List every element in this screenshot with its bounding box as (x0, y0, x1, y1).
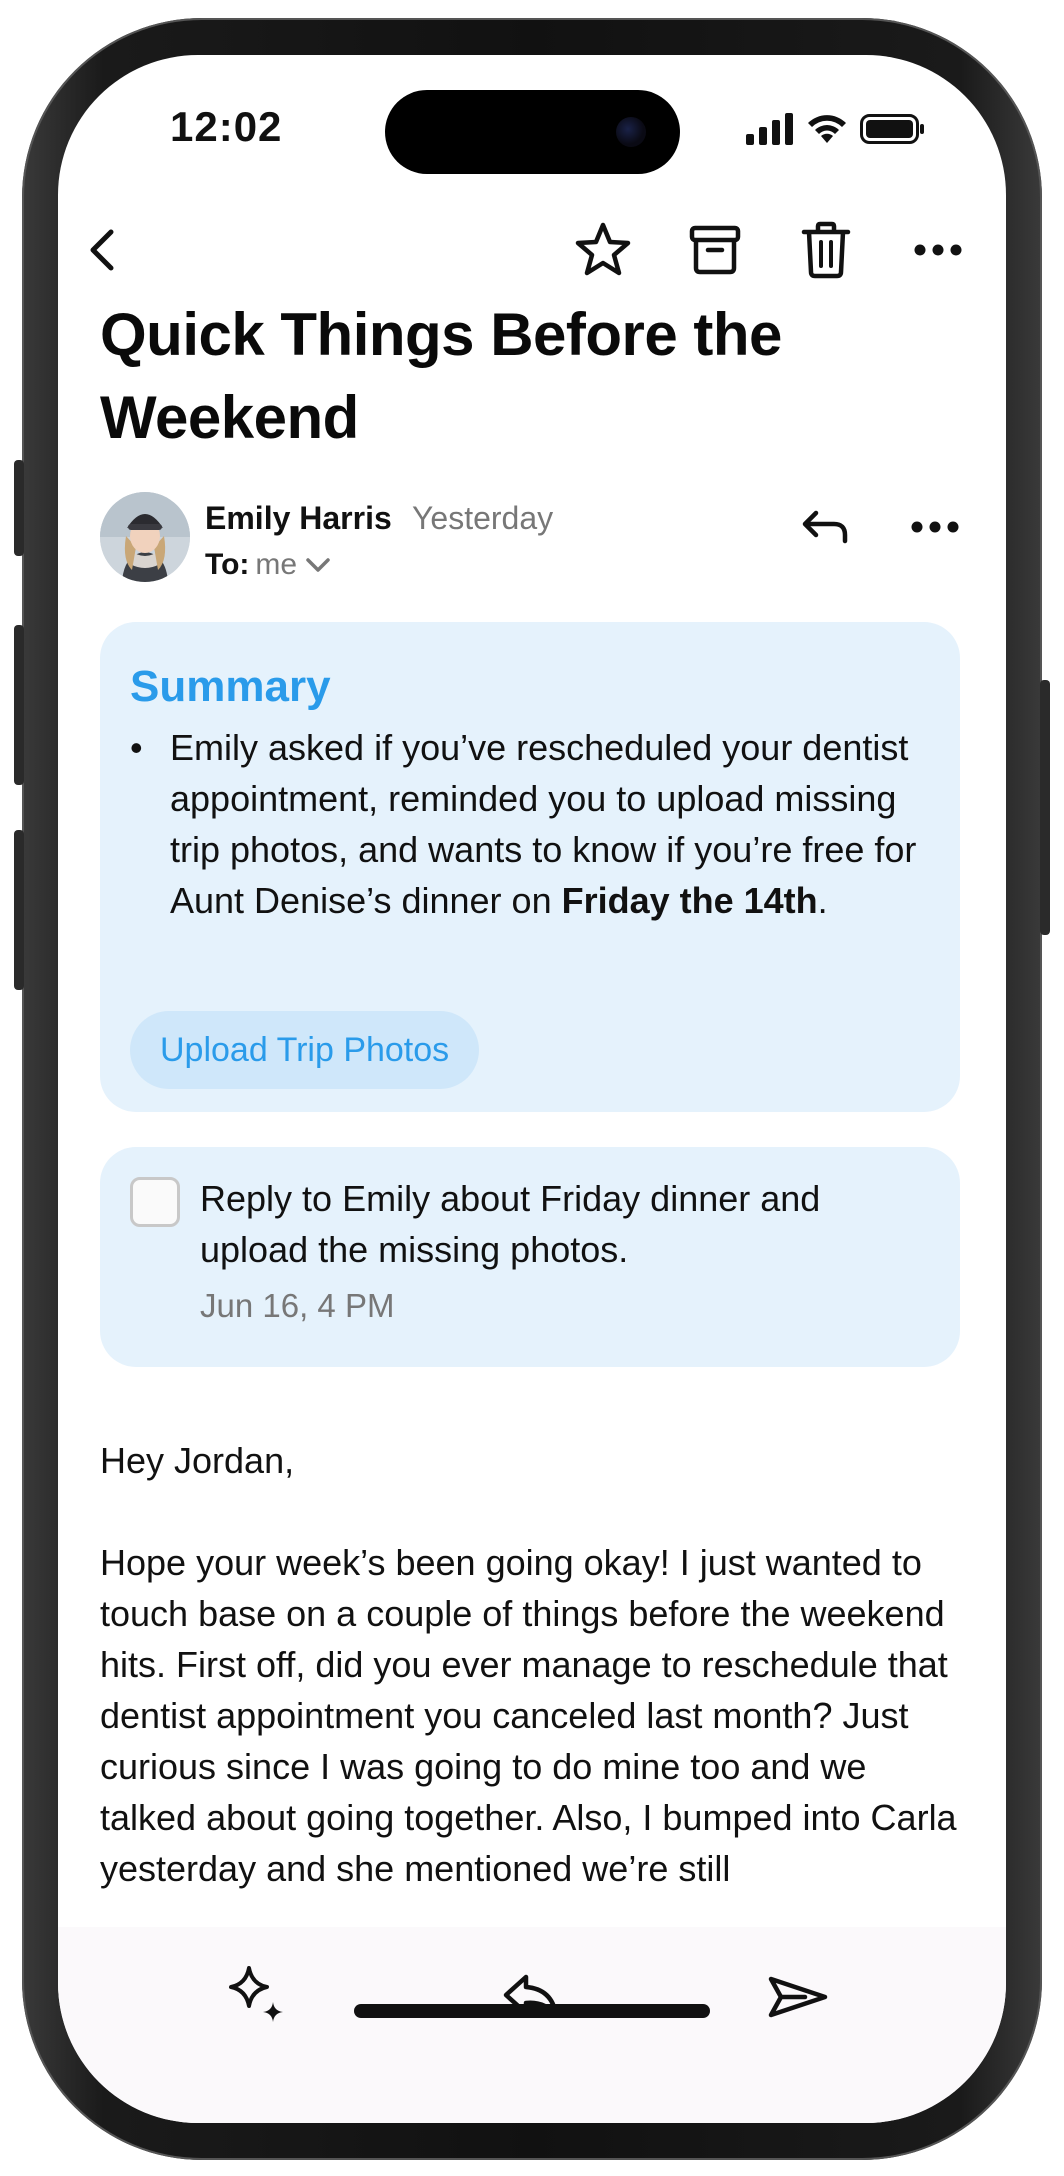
top-toolbar (58, 215, 1006, 295)
to-label: To: (205, 548, 250, 581)
reply-icon (802, 510, 848, 544)
sent-date: Yesterday (412, 500, 554, 536)
battery-icon (860, 114, 924, 144)
task-card: Reply to Emily about Friday dinner and u… (100, 1147, 960, 1367)
bullet-icon: • (130, 727, 143, 768)
star-icon (575, 222, 631, 276)
recipients-line[interactable]: To: me (205, 548, 333, 582)
volume-down-button (14, 830, 24, 990)
screen: 12:02 Quick Things Before the Weekend Em… (58, 55, 1006, 2123)
more-button[interactable] (903, 215, 973, 285)
to-value: me (255, 548, 298, 581)
archive-icon (689, 225, 741, 275)
ellipsis-icon (914, 244, 962, 256)
archive-button[interactable] (680, 215, 750, 285)
summary-title: Summary (130, 662, 331, 711)
ai-assist-button[interactable] (218, 1957, 298, 2037)
sender-name: Emily Harris (205, 500, 392, 536)
action-button (14, 460, 24, 556)
upload-trip-photos-button[interactable]: Upload Trip Photos (130, 1011, 480, 1089)
star-button[interactable] (568, 215, 638, 285)
forward-button[interactable] (758, 1957, 838, 2037)
chevron-left-icon (90, 229, 114, 271)
avatar-image (100, 492, 190, 582)
task-checkbox[interactable] (130, 1177, 180, 1227)
task-text: Reply to Emily about Friday dinner and u… (200, 1178, 821, 1270)
body-paragraph: Hope your week’s been going okay! I just… (100, 1542, 957, 1889)
summary-card: Summary • Emily asked if you’ve reschedu… (100, 622, 960, 1112)
sender-row: Emily Harris Yesterday To: me (100, 492, 970, 587)
sender-actions (790, 492, 970, 562)
status-time: 12:02 (170, 103, 283, 150)
delete-button[interactable] (791, 215, 861, 285)
sender-avatar[interactable] (100, 492, 190, 582)
stage: 12:02 Quick Things Before the Weekend Em… (0, 0, 1064, 2176)
home-indicator[interactable] (354, 2004, 710, 2018)
ellipsis-icon (911, 521, 959, 533)
email-body: Hey Jordan, Hope your week’s been going … (100, 1435, 970, 1945)
wifi-icon (808, 115, 846, 143)
volume-up-button (14, 625, 24, 785)
email-subject: Quick Things Before the Weekend (100, 301, 782, 451)
side-button (1040, 680, 1050, 935)
summary-text-bold: Friday the 14th (561, 880, 818, 921)
back-button[interactable] (68, 215, 138, 285)
reply-toolbar-button[interactable] (491, 1957, 571, 2037)
sparkles-icon (229, 1966, 283, 2022)
camera-lens (616, 117, 646, 147)
reply-button[interactable] (790, 492, 860, 562)
bottom-toolbar (58, 1927, 1006, 2123)
body-greeting: Hey Jordan, (100, 1440, 295, 1481)
summary-text-after: . (817, 880, 828, 921)
chevron-down-icon (306, 558, 330, 572)
cellular-signal-icon (746, 113, 793, 145)
trash-icon (801, 221, 851, 279)
dynamic-island (385, 90, 680, 174)
status-icons (746, 113, 926, 145)
summary-sentence: Emily asked if you’ve rescheduled your d… (170, 722, 930, 926)
message-more-button[interactable] (900, 492, 970, 562)
summary-text: • Emily asked if you’ve rescheduled your… (130, 722, 930, 926)
forward-arrow-icon (768, 1976, 828, 2018)
task-due-date: Jun 16, 4 PM (200, 1287, 395, 1324)
